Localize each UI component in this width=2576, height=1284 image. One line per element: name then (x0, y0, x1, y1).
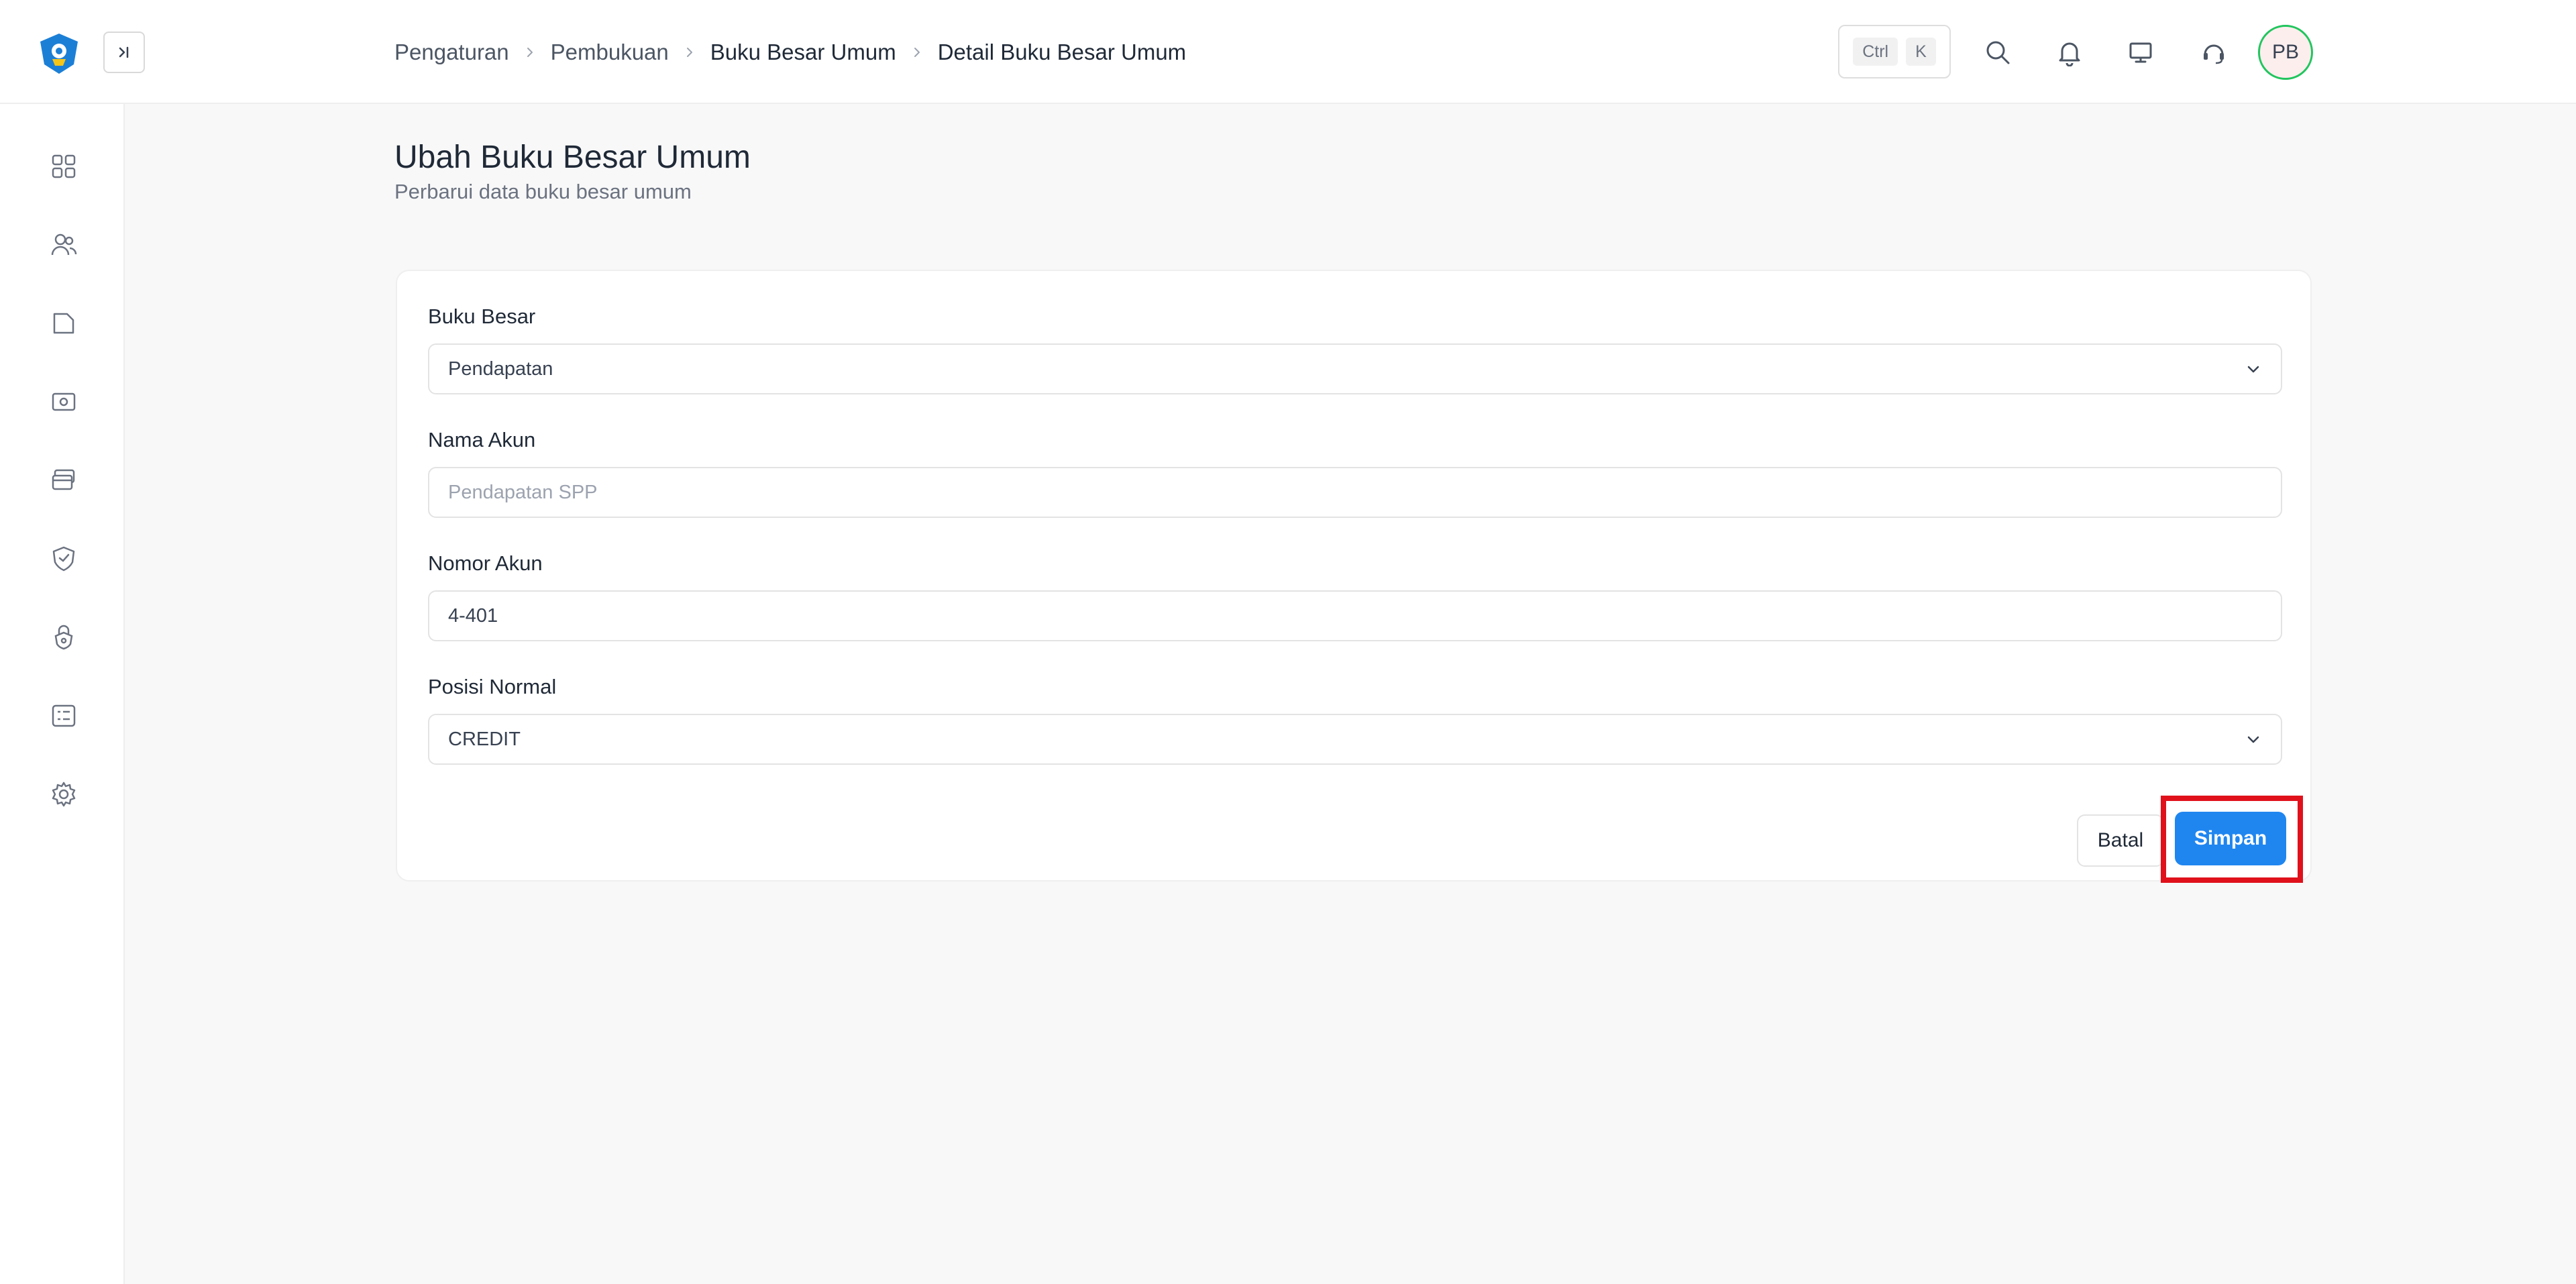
account-number-label: Nomor Akun (428, 551, 543, 575)
breadcrumb-item-pembukuan[interactable]: Pembukuan (551, 40, 669, 65)
account-number-input[interactable]: 4-401 (428, 590, 2282, 641)
monitor-icon[interactable] (2122, 34, 2159, 71)
account-number-value: 4-401 (448, 604, 498, 627)
ledger-select[interactable]: Pendapatan (428, 343, 2282, 394)
breadcrumb-item-detail: Detail Buku Besar Umum (937, 40, 1187, 64)
normal-position-selected-value: CREDIT (448, 728, 521, 750)
user-avatar[interactable]: PB (2258, 25, 2313, 80)
shortcut-key-ctrl: Ctrl (1853, 38, 1898, 66)
top-bar: Pengaturan Pembukuan Buku Besar Umum Det… (0, 0, 2576, 104)
edit-ledger-form: Buku Besar Pendapatan Nama Akun Nomor Ak… (396, 270, 2312, 883)
ledger-label: Buku Besar (428, 305, 536, 328)
badge-icon[interactable] (48, 543, 79, 574)
page-title: Ubah Buku Besar Umum (394, 140, 751, 175)
sidebar (0, 104, 125, 1284)
list-icon[interactable] (48, 700, 79, 731)
dashboard-icon[interactable] (48, 151, 79, 182)
chevron-right-icon (684, 46, 696, 58)
sidebar-toggle-button[interactable] (103, 32, 145, 73)
search-icon[interactable] (1979, 34, 2017, 71)
breadcrumb: Pengaturan Pembukuan Buku Besar Umum Det… (394, 39, 1186, 66)
save-button[interactable]: Simpan (2175, 812, 2286, 865)
breadcrumb-item-buku-besar-umum[interactable]: Buku Besar Umum (710, 40, 896, 65)
chevron-down-icon (2245, 361, 2262, 384)
app-logo[interactable] (38, 32, 80, 75)
account-name-input[interactable] (428, 467, 2282, 518)
settings-icon[interactable] (48, 779, 79, 810)
chevron-down-icon (2245, 731, 2262, 754)
app-window: Pengaturan Pembukuan Buku Besar Umum Det… (0, 0, 2576, 1284)
cancel-button[interactable]: Batal (2077, 814, 2164, 867)
expand-sidebar-icon (119, 46, 129, 58)
account-name-label: Nama Akun (428, 428, 536, 451)
lock-icon[interactable] (48, 622, 79, 653)
users-icon[interactable] (48, 229, 79, 260)
headset-support-icon[interactable] (2195, 34, 2233, 71)
ledger-selected-value: Pendapatan (448, 358, 553, 380)
command-palette-shortcut[interactable]: Ctrl K (1838, 25, 1951, 78)
normal-position-label: Posisi Normal (428, 675, 557, 698)
chevron-right-icon (524, 46, 536, 58)
page-subtitle: Perbarui data buku besar umum (394, 180, 692, 203)
wallet-icon[interactable] (48, 465, 79, 496)
cash-icon[interactable] (48, 386, 79, 417)
shortcut-key-k: K (1906, 38, 1936, 66)
bell-icon[interactable] (2051, 34, 2088, 71)
chevron-right-icon (911, 46, 923, 58)
breadcrumb-item-pengaturan[interactable]: Pengaturan (394, 40, 509, 65)
folder-icon[interactable] (48, 308, 79, 339)
normal-position-select[interactable]: CREDIT (428, 714, 2282, 765)
